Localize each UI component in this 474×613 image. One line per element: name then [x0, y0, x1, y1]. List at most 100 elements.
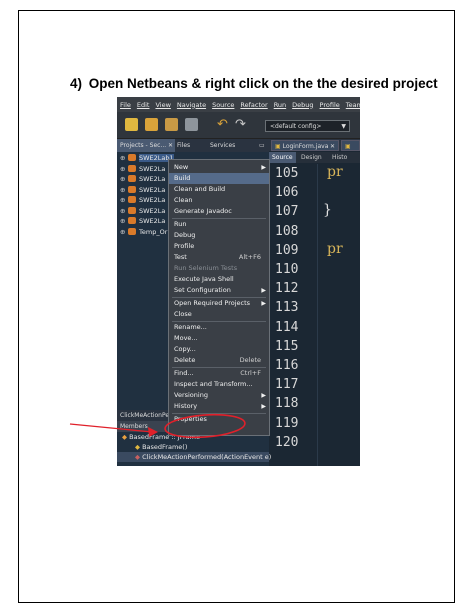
context-menu-label: Close: [174, 310, 192, 318]
context-menu-label: Debug: [174, 231, 196, 239]
context-menu-item[interactable]: Clean: [169, 195, 269, 206]
new-project-icon[interactable]: [145, 118, 158, 131]
context-menu-item[interactable]: Build: [169, 173, 269, 184]
context-menu-label: Clean and Build: [174, 185, 226, 193]
context-menu-item[interactable]: Rename...: [169, 322, 269, 333]
tab-services-label: Services: [210, 142, 236, 149]
shortcut-label: Alt+F6: [238, 253, 261, 261]
file-icon: ▣: [275, 143, 281, 150]
editor-tab-label: LoginForm.java: [282, 143, 329, 150]
menu-item[interactable]: Refactor: [237, 101, 270, 109]
close-icon[interactable]: ✕: [168, 139, 173, 152]
projects-tabs: Projects - Sec... ✕ Files Services ▭: [117, 139, 269, 152]
context-menu-label: Clean: [174, 196, 193, 204]
minimize-icon[interactable]: ▭: [256, 139, 268, 152]
context-menu-item[interactable]: Move...: [169, 333, 269, 344]
menu-item[interactable]: Debug: [289, 101, 316, 109]
line-number: 118: [275, 396, 299, 412]
context-menu-label: Test: [174, 253, 187, 261]
line-number: 114: [275, 319, 299, 335]
menu-item[interactable]: File: [117, 101, 134, 109]
class-icon: ◆: [122, 433, 127, 441]
context-menu-label: Copy...: [174, 345, 196, 353]
expand-icon[interactable]: ⊕: [120, 175, 128, 183]
view-design[interactable]: Design: [298, 152, 325, 163]
tab-services[interactable]: Services: [207, 139, 238, 152]
context-menu-item[interactable]: Execute Java Shell: [169, 274, 269, 285]
context-menu-item[interactable]: Open Required Projects ▶: [169, 298, 269, 309]
context-menu-item[interactable]: Clean and Build: [169, 184, 269, 195]
menu-item[interactable]: Navigate: [174, 101, 209, 109]
context-menu-item[interactable]: Find... Ctrl+F: [169, 368, 269, 379]
context-menu-item[interactable]: Inspect and Transform...: [169, 379, 269, 390]
context-menu-item[interactable]: Run Selenium Tests: [169, 263, 269, 274]
menu-item[interactable]: Profile: [317, 101, 343, 109]
context-menu-label: Move...: [174, 334, 198, 342]
nav-row[interactable]: ◆ ClickMeActionPerformed(ActionEvent e): [117, 452, 272, 462]
submenu-arrow-icon: ▶: [261, 164, 266, 171]
menu-item[interactable]: Team: [343, 101, 360, 109]
project-icon: [128, 185, 136, 193]
close-icon[interactable]: ✕: [330, 141, 335, 152]
view-source-label: Source: [272, 154, 293, 161]
context-menu-item[interactable]: Properties: [169, 414, 269, 425]
menu-item[interactable]: Source: [209, 101, 237, 109]
line-number: 112: [275, 281, 299, 297]
project-icon: [128, 175, 136, 182]
context-menu-item[interactable]: History ▶: [169, 401, 269, 412]
expand-icon[interactable]: ⊕: [120, 228, 128, 236]
context-menu-item[interactable]: Generate Javadoc: [169, 206, 269, 217]
menu-item[interactable]: View: [152, 101, 173, 109]
line-number: 119: [275, 415, 299, 431]
open-project-icon[interactable]: [165, 118, 178, 131]
context-menu-item[interactable]: Set Configuration ▶: [169, 285, 269, 296]
submenu-arrow-icon: ▶: [261, 300, 266, 307]
line-number: 117: [275, 377, 299, 393]
nav-row-label: ClickMeActionPerformed(ActionEvent e): [142, 453, 272, 461]
toolbar: ↶ ↷ <default config> ▼: [117, 112, 360, 139]
context-menu-label: Find...: [174, 369, 194, 377]
context-menu-item[interactable]: Delete Delete: [169, 355, 269, 366]
menu-item[interactable]: Run: [271, 101, 289, 109]
context-menu-item[interactable]: Debug: [169, 230, 269, 241]
context-menu-label: Delete: [174, 356, 196, 364]
menu-bar: File Edit View Navigate Source Refactor Run Deb…: [117, 97, 360, 112]
redo-icon[interactable]: ↷: [235, 118, 248, 131]
menu-item[interactable]: Edit: [134, 101, 153, 109]
submenu-arrow-icon: ▶: [261, 287, 266, 294]
expand-icon[interactable]: ⊕: [120, 154, 128, 162]
nav-row[interactable]: ◆ BasedFrame(): [117, 442, 269, 452]
editor-tab-next[interactable]: ▣: [341, 140, 360, 151]
save-all-icon[interactable]: [185, 118, 198, 131]
context-menu-label: Versioning: [174, 391, 208, 399]
view-source[interactable]: Source: [269, 152, 296, 163]
context-menu-item[interactable]: Copy...: [169, 344, 269, 355]
expand-icon[interactable]: ⊕: [120, 165, 128, 173]
new-file-icon[interactable]: [125, 118, 138, 131]
undo-icon[interactable]: ↶: [217, 118, 230, 131]
view-history[interactable]: Histo: [329, 152, 350, 163]
project-icon: [128, 154, 136, 161]
expand-icon[interactable]: ⊕: [120, 207, 128, 215]
shortcut-label: Ctrl+F: [240, 369, 261, 377]
context-menu-item[interactable]: Run: [169, 219, 269, 230]
tab-files[interactable]: Files: [174, 139, 193, 152]
tab-projects[interactable]: Projects - Sec... ✕: [117, 139, 175, 152]
config-select[interactable]: <default config> ▼: [265, 120, 350, 132]
context-menu-label: Open Required Projects: [174, 299, 251, 307]
context-menu-item[interactable]: Close: [169, 309, 269, 320]
netbeans-screenshot: File Edit View Navigate Source Refactor Run Deb…: [117, 97, 360, 466]
context-menu-item[interactable]: Versioning ▶: [169, 390, 269, 401]
expand-icon[interactable]: ⊕: [120, 186, 128, 194]
view-history-label: Histo: [332, 154, 348, 161]
editor-tab[interactable]: ▣ LoginForm.java ✕: [271, 140, 339, 151]
context-menu-item[interactable]: Test Alt+F6: [169, 252, 269, 263]
context-menu-item[interactable]: Profile: [169, 241, 269, 252]
code-area[interactable]: pr} pr: [319, 164, 360, 464]
line-number: 105: [275, 166, 299, 181]
expand-icon[interactable]: ⊕: [120, 196, 128, 204]
context-menu-item[interactable]: New ▶: [169, 162, 269, 173]
submenu-arrow-icon: ▶: [261, 392, 266, 399]
file-icon: ▣: [345, 143, 351, 150]
expand-icon[interactable]: ⊕: [120, 217, 128, 225]
